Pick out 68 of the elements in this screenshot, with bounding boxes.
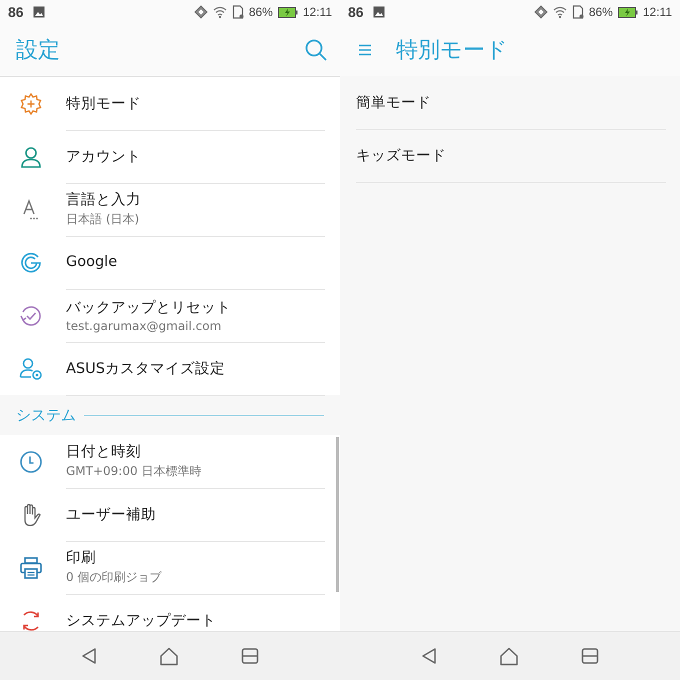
- recent-apps-button[interactable]: [241, 648, 259, 664]
- gear-plus-icon: [19, 92, 43, 116]
- settings-item[interactable]: Google: [0, 236, 340, 289]
- item-title: 印刷: [66, 549, 96, 567]
- vibrate-icon: [534, 5, 548, 19]
- item-title: システムアップデート: [66, 612, 216, 630]
- settings-item[interactable]: キッズモード: [340, 129, 680, 182]
- person-icon: [20, 146, 42, 168]
- settings-item[interactable]: 言語と入力 日本語 (日本): [0, 183, 340, 236]
- recent-apps-icon: [581, 648, 599, 664]
- notification-count: 86: [348, 4, 364, 20]
- settings-item[interactable]: バックアップとリセット test.garumax@gmail.com: [0, 289, 340, 342]
- screen-title: 特別モード: [396, 37, 508, 65]
- settings-item[interactable]: ユーザー補助: [0, 488, 334, 541]
- item-title: 言語と入力: [66, 190, 141, 209]
- status-time: 12:11: [642, 5, 672, 19]
- item-subtitle: test.garumax@gmail.com: [66, 318, 222, 332]
- item-subtitle: GMT+09:00 日本標準時: [66, 463, 202, 480]
- home-button[interactable]: [159, 646, 179, 666]
- settings-item[interactable]: アカウント: [0, 130, 340, 183]
- menu-icon: [358, 44, 372, 56]
- item-title: 日付と時刻: [66, 442, 141, 461]
- item-title: バックアップとリセット: [66, 298, 231, 316]
- item-title: アカウント: [66, 148, 141, 166]
- clock-icon: [19, 450, 43, 474]
- battery-percent: 86%: [588, 5, 613, 19]
- wifi-icon: [552, 6, 567, 18]
- recent-apps-icon: [241, 648, 259, 664]
- screen-title: 設定: [16, 37, 60, 65]
- font-icon: [21, 198, 41, 220]
- back-button[interactable]: [421, 647, 437, 665]
- person-gear-icon: [19, 356, 43, 380]
- check-circle-icon: [19, 304, 43, 328]
- section-header: システム: [16, 406, 76, 424]
- printer-icon: [19, 556, 43, 580]
- vibrate-icon: [194, 5, 208, 19]
- recent-apps-button[interactable]: [581, 648, 599, 664]
- item-title: ユーザー補助: [66, 506, 156, 524]
- item-title: 特別モード: [66, 94, 141, 112]
- home-icon: [499, 646, 519, 666]
- menu-button[interactable]: [356, 42, 374, 58]
- back-icon: [81, 647, 97, 665]
- home-button[interactable]: [499, 646, 519, 666]
- item-title: ASUSカスタマイズ設定: [66, 360, 225, 378]
- settings-item[interactable]: 簡単モード: [340, 76, 680, 129]
- home-icon: [159, 646, 179, 666]
- item-title: 簡単モード: [356, 94, 431, 112]
- item-subtitle: 0 個の印刷ジョブ: [66, 569, 162, 586]
- image-icon: [32, 6, 45, 18]
- item-title: Google: [66, 254, 118, 270]
- sd-card-icon: [572, 5, 584, 19]
- battery-icon: [278, 6, 298, 18]
- notification-count: 86: [8, 4, 24, 20]
- battery-icon: [618, 6, 638, 18]
- search-icon: [304, 38, 328, 62]
- sd-card-icon: [232, 5, 244, 19]
- item-subtitle: 日本語 (日本): [66, 211, 140, 228]
- item-title: キッズモード: [356, 146, 446, 164]
- status-time: 12:11: [302, 5, 332, 19]
- battery-percent: 86%: [248, 5, 273, 19]
- settings-item[interactable]: 印刷 0 個の印刷ジョブ: [0, 541, 334, 594]
- back-icon: [421, 647, 437, 665]
- settings-item[interactable]: 日付と時刻 GMT+09:00 日本標準時: [0, 435, 334, 488]
- g-letter-icon: [20, 252, 42, 274]
- wifi-icon: [212, 6, 227, 18]
- image-icon: [372, 6, 385, 18]
- back-button[interactable]: [81, 647, 97, 665]
- settings-item[interactable]: 特別モード: [0, 77, 340, 130]
